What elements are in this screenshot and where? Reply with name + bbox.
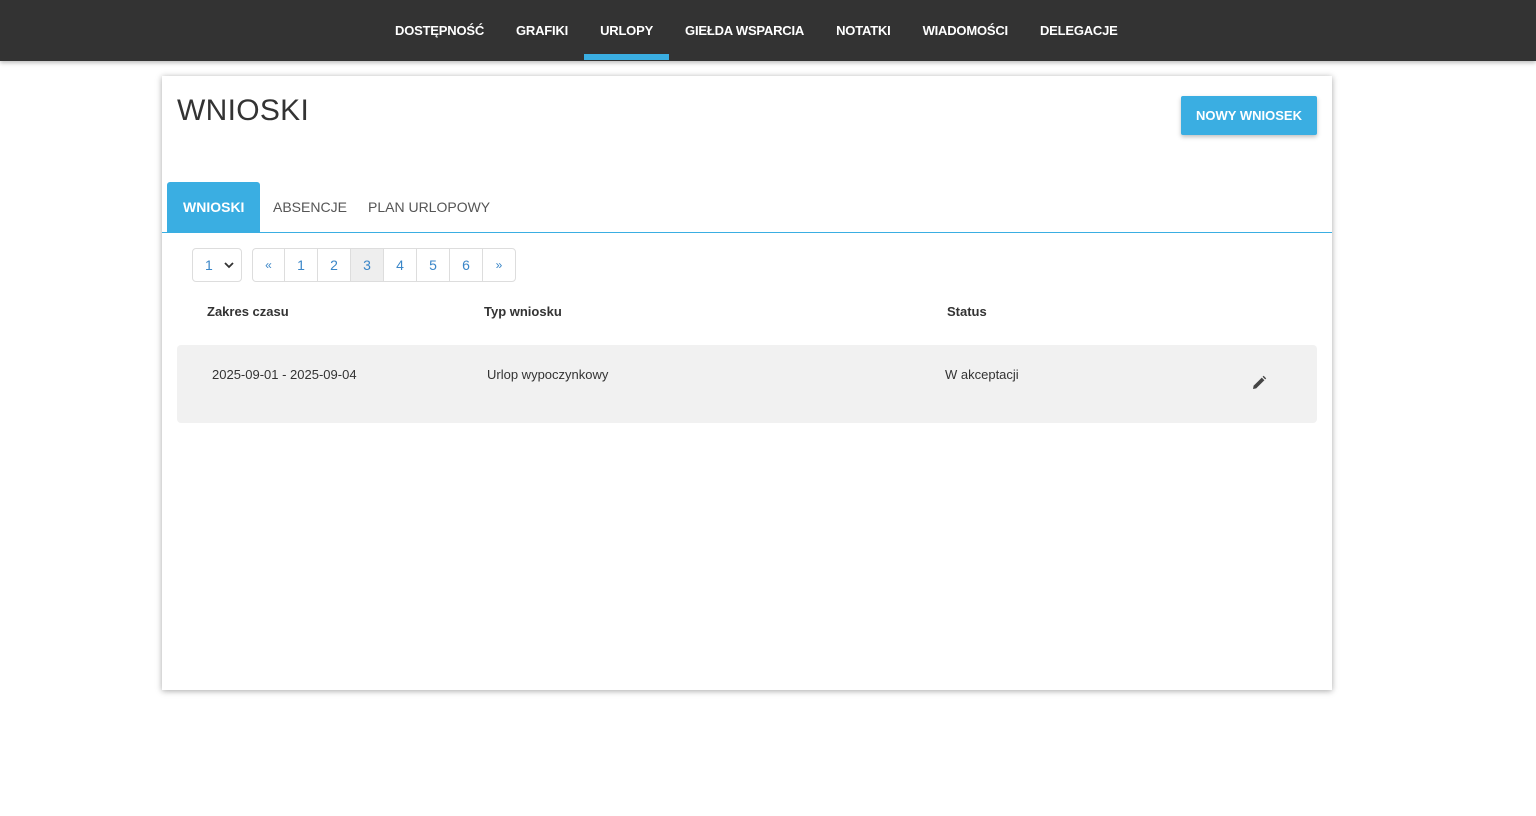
page-size-select[interactable]: 1 xyxy=(192,248,242,282)
pagination-page-2[interactable]: 2 xyxy=(317,249,350,281)
tab-absencje[interactable]: ABSENCJE xyxy=(257,182,363,232)
column-header-status: Status xyxy=(947,304,987,319)
tab-bar: WNIOSKI ABSENCJE PLAN URLOPOWY xyxy=(162,182,1332,233)
new-request-button[interactable]: NOWY WNIOSEK xyxy=(1181,96,1317,135)
nav-item-delegacje[interactable]: DELEGACJE xyxy=(1024,0,1134,61)
pagination-page-6[interactable]: 6 xyxy=(449,249,482,281)
nav-item-gielda-wsparcia[interactable]: GIEŁDA WSPARCIA xyxy=(669,0,820,61)
pagination-page-3[interactable]: 3 xyxy=(350,249,383,281)
nav-item-grafiki[interactable]: GRAFIKI xyxy=(500,0,584,61)
pagination-page-1[interactable]: 1 xyxy=(284,249,317,281)
cell-status: W akceptacji xyxy=(945,367,1019,382)
pagination-prev[interactable]: « xyxy=(253,249,284,281)
top-nav-items: DOSTĘPNOŚĆ GRAFIKI URLOPY GIEŁDA WSPARCI… xyxy=(379,0,1134,61)
cell-range: 2025-09-01 - 2025-09-04 xyxy=(212,367,357,382)
page-title: WNIOSKI xyxy=(177,94,310,127)
nav-item-urlopy[interactable]: URLOPY xyxy=(584,0,670,61)
cell-type: Urlop wypoczynkowy xyxy=(487,367,609,382)
pagination-page-4[interactable]: 4 xyxy=(383,249,416,281)
tab-plan-urlopowy[interactable]: PLAN URLOPOWY xyxy=(352,182,506,232)
nav-item-dostepnosc[interactable]: DOSTĘPNOŚĆ xyxy=(379,0,500,61)
column-header-range: Zakres czasu xyxy=(207,304,289,319)
pagination-page-5[interactable]: 5 xyxy=(416,249,449,281)
nav-item-notatki[interactable]: NOTATKI xyxy=(820,0,906,61)
page-select-value: 1 xyxy=(205,257,213,273)
column-header-type: Typ wniosku xyxy=(484,304,562,319)
pagination-next[interactable]: » xyxy=(482,249,515,281)
nav-item-wiadomosci[interactable]: WIADOMOŚCI xyxy=(907,0,1024,61)
chevron-down-icon xyxy=(224,262,234,269)
pencil-icon[interactable] xyxy=(1251,375,1267,391)
tab-wnioski[interactable]: WNIOSKI xyxy=(167,182,261,232)
requests-card: WNIOSKI NOWY WNIOSEK WNIOSKI ABSENCJE PL… xyxy=(162,76,1332,690)
table-row[interactable]: 2025-09-01 - 2025-09-04 Urlop wypoczynko… xyxy=(177,345,1317,423)
pagination: « 1 2 3 4 5 6 » xyxy=(252,248,516,282)
top-navigation-bar: DOSTĘPNOŚĆ GRAFIKI URLOPY GIEŁDA WSPARCI… xyxy=(0,0,1536,61)
